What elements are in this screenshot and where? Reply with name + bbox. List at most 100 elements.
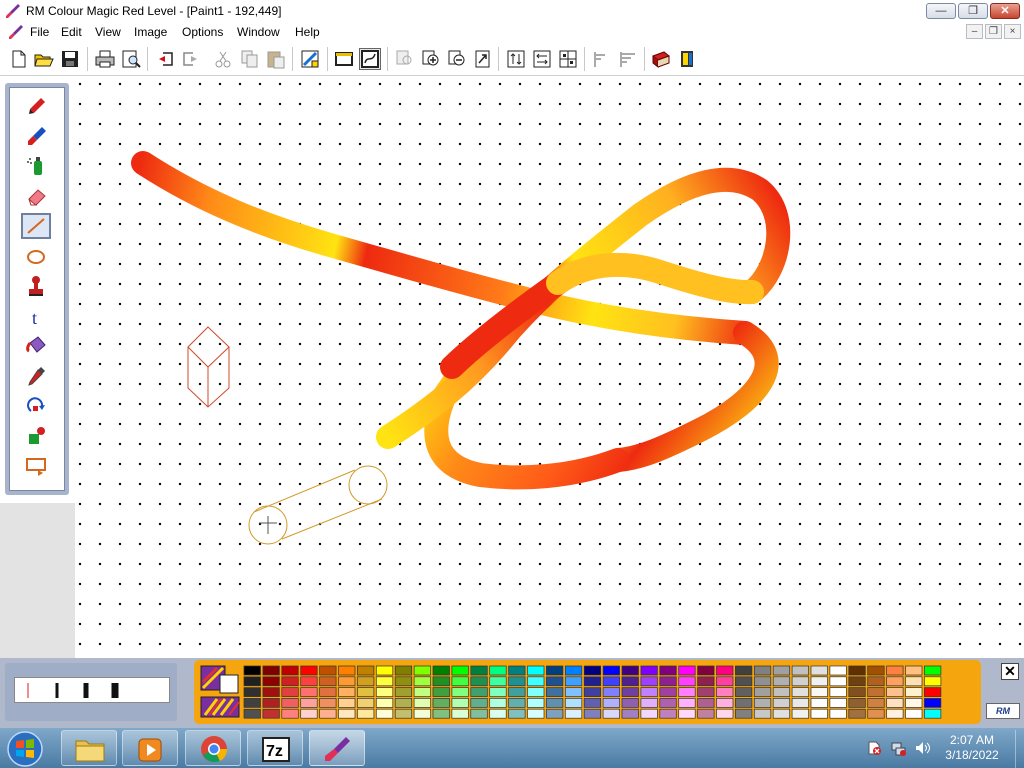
palette-swatch[interactable]	[470, 698, 488, 708]
eraser-icon[interactable]	[21, 183, 51, 209]
palette-swatch[interactable]	[508, 708, 526, 719]
palette-swatch[interactable]	[583, 708, 602, 719]
palette-swatch[interactable]	[867, 687, 885, 697]
palette-swatch[interactable]	[791, 708, 809, 719]
palette-swatch[interactable]	[338, 665, 356, 676]
palette-swatch[interactable]	[905, 665, 923, 676]
palette-swatch[interactable]	[319, 698, 337, 708]
start-button[interactable]	[5, 729, 45, 768]
palette-swatch[interactable]	[829, 665, 847, 676]
palette-swatch[interactable]	[753, 708, 772, 719]
palette-swatch[interactable]	[697, 687, 715, 697]
palette-swatch[interactable]	[546, 676, 564, 687]
palette-swatch[interactable]	[338, 698, 356, 708]
select-all-icon[interactable]	[299, 48, 321, 70]
menu-file[interactable]: File	[30, 25, 49, 39]
palette-swatch[interactable]	[697, 676, 715, 687]
taskbar-7zip[interactable]: 7z	[247, 730, 303, 766]
palette-swatch[interactable]	[413, 698, 431, 708]
palette-swatch[interactable]	[564, 698, 583, 708]
palette-swatch[interactable]	[772, 687, 791, 697]
palette-swatch[interactable]	[281, 698, 299, 708]
palette-swatch[interactable]	[602, 665, 620, 676]
palette-swatch[interactable]	[489, 687, 507, 697]
palette-swatch[interactable]	[413, 665, 431, 676]
palette-swatch[interactable]	[451, 665, 469, 676]
palette-swatch[interactable]	[659, 708, 677, 719]
palette-swatch[interactable]	[300, 698, 318, 708]
palette-swatch[interactable]	[772, 676, 791, 687]
palette-swatch[interactable]	[583, 687, 602, 697]
palette-swatch[interactable]	[735, 698, 753, 708]
palette-swatch[interactable]	[791, 687, 809, 697]
palette-swatch[interactable]	[262, 698, 280, 708]
palette-swatch[interactable]	[243, 687, 261, 697]
palette-swatch[interactable]	[451, 698, 469, 708]
paste-icon[interactable]	[265, 48, 287, 70]
palette-swatch[interactable]	[546, 708, 564, 719]
action-center-icon[interactable]	[866, 740, 882, 756]
palette-swatch[interactable]	[791, 676, 809, 687]
palette-swatch[interactable]	[583, 665, 602, 676]
taskbar-chrome[interactable]	[185, 730, 241, 766]
line-icon[interactable]	[21, 213, 51, 239]
palette-swatch[interactable]	[810, 698, 828, 708]
palette-swatch[interactable]	[886, 665, 904, 676]
palette-swatch[interactable]	[621, 708, 639, 719]
palette-swatch[interactable]	[583, 676, 602, 687]
palette-swatch[interactable]	[508, 665, 526, 676]
palette-swatch[interactable]	[470, 665, 488, 676]
flip-icon[interactable]	[531, 48, 553, 70]
palette-swatch[interactable]	[432, 708, 450, 719]
palette-swatch[interactable]	[602, 708, 620, 719]
rectangle-select-icon[interactable]	[333, 48, 355, 70]
palette-swatch[interactable]	[772, 665, 791, 676]
minimize-button[interactable]: —	[926, 3, 956, 19]
save-icon[interactable]	[59, 48, 81, 70]
palette-swatch[interactable]	[394, 708, 413, 719]
palette-swatch[interactable]	[357, 665, 375, 676]
palette-swatch[interactable]	[300, 708, 318, 719]
palette-swatch[interactable]	[867, 665, 885, 676]
palette-swatch[interactable]	[432, 676, 450, 687]
network-icon[interactable]	[890, 740, 906, 756]
redo-icon[interactable]	[180, 48, 202, 70]
paintbrush-icon[interactable]	[21, 123, 51, 149]
doc-minimize-button[interactable]: –	[966, 24, 983, 39]
doc-restore-button[interactable]: ❐	[985, 24, 1002, 39]
palette-swatch[interactable]	[772, 698, 791, 708]
palette-swatch[interactable]	[432, 698, 450, 708]
palette-swatch[interactable]	[546, 698, 564, 708]
palette-swatch[interactable]	[753, 687, 772, 697]
palette-swatch[interactable]	[338, 676, 356, 687]
palette-swatch[interactable]	[470, 676, 488, 687]
palette-swatch[interactable]	[262, 676, 280, 687]
palette-swatch[interactable]	[375, 676, 394, 687]
effect-2-icon[interactable]	[617, 48, 639, 70]
palette-swatch[interactable]	[659, 665, 677, 676]
palette-swatch[interactable]	[848, 687, 866, 697]
palette-swatch[interactable]	[905, 698, 923, 708]
palette-swatch[interactable]	[262, 687, 280, 697]
system-clock[interactable]: 2:07 AM 3/18/2022	[932, 733, 1012, 763]
palette-swatch[interactable]	[319, 676, 337, 687]
palette-swatch[interactable]	[508, 676, 526, 687]
palette-swatch[interactable]	[848, 676, 866, 687]
palette-swatch[interactable]	[281, 665, 299, 676]
fill-icon[interactable]	[21, 333, 51, 359]
palette-swatch[interactable]	[810, 665, 828, 676]
exit-icon[interactable]	[676, 48, 698, 70]
palette-swatch[interactable]	[394, 676, 413, 687]
palette-swatch[interactable]	[678, 676, 696, 687]
palette-swatch[interactable]	[735, 676, 753, 687]
palette-swatch[interactable]	[602, 687, 620, 697]
palette-swatch[interactable]	[848, 708, 866, 719]
palette-swatch[interactable]	[716, 687, 734, 697]
freehand-select-icon[interactable]	[359, 48, 381, 70]
menu-view[interactable]: View	[95, 25, 121, 39]
palette-swatch[interactable]	[583, 698, 602, 708]
palette-swatch[interactable]	[697, 698, 715, 708]
palette-swatch[interactable]	[394, 698, 413, 708]
palette-swatch[interactable]	[394, 687, 413, 697]
mirror-icon[interactable]	[505, 48, 527, 70]
